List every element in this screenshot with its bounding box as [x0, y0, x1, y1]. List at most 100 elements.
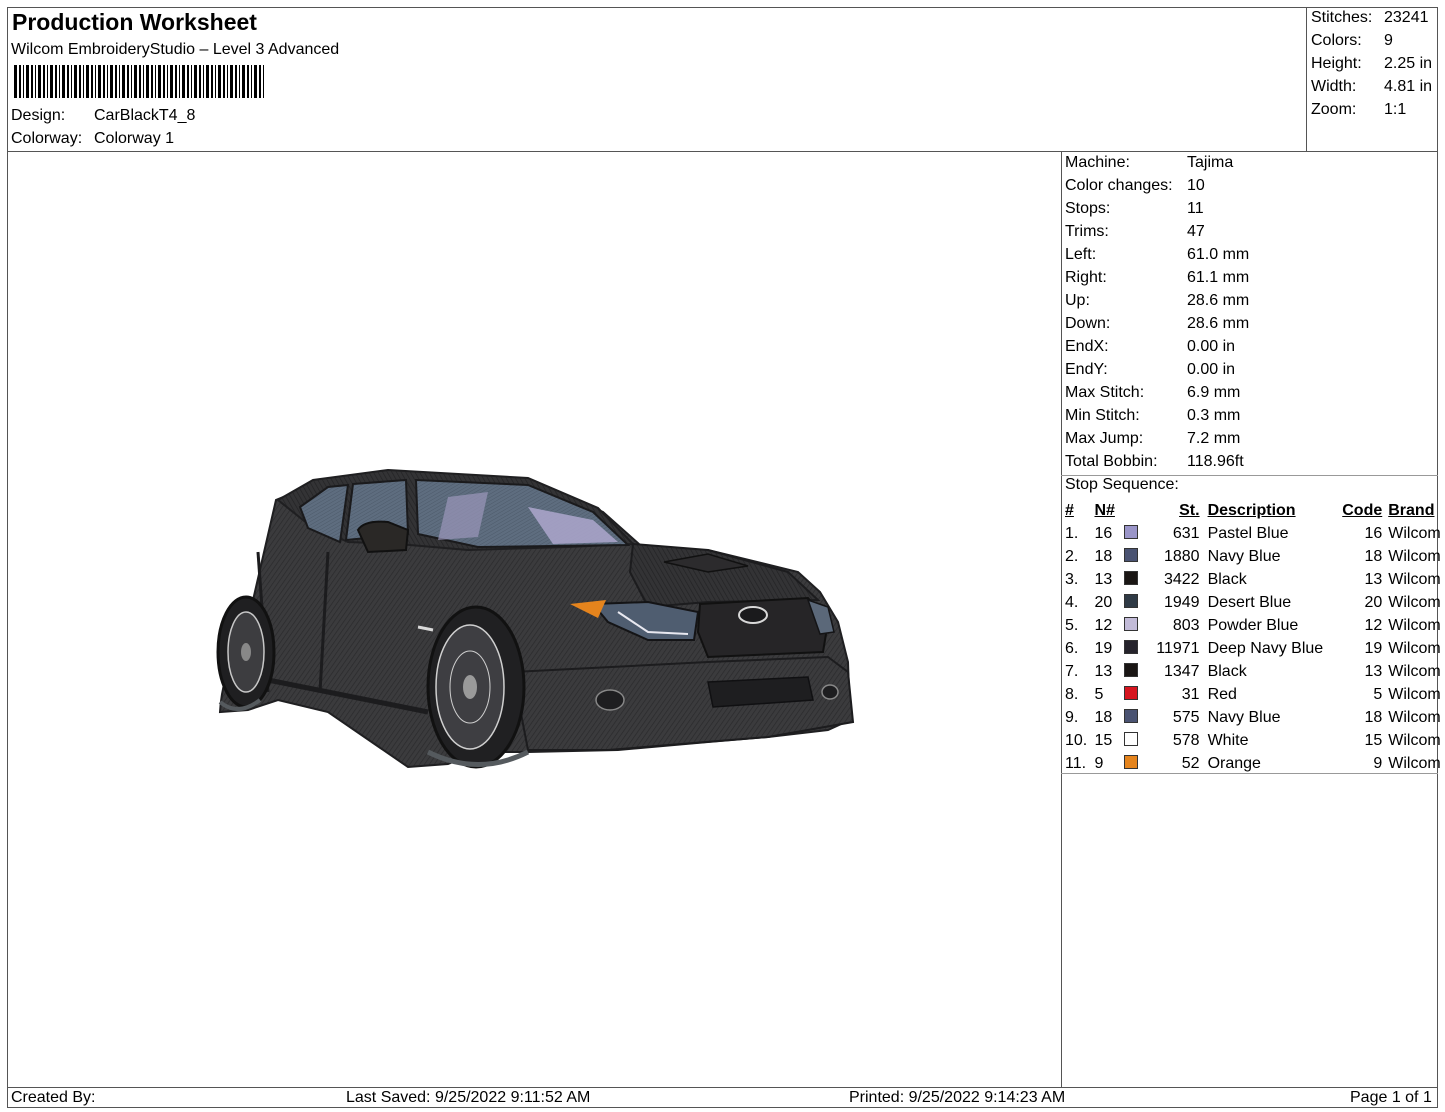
table-row: 5. 12 803 Powder Blue 12 Wilcom	[1063, 614, 1445, 637]
row-stitches: 631	[1172, 524, 1200, 542]
color-swatch	[1123, 640, 1138, 655]
row-stitches: 575	[1172, 708, 1200, 726]
row-index: 6.	[1065, 639, 1079, 657]
row-needle: 18	[1094, 547, 1113, 565]
col-header-index: #	[1065, 501, 1074, 519]
software-name: Wilcom EmbroideryStudio – Level 3 Advanc…	[11, 41, 340, 58]
row-brand: Wilcom	[1388, 731, 1441, 749]
row-brand: Wilcom	[1388, 708, 1441, 726]
row-brand: Wilcom	[1388, 593, 1441, 611]
row-stitches: 3422	[1163, 570, 1200, 588]
last-saved: Last Saved: 9/25/2022 9:11:52 AM	[346, 1089, 591, 1106]
color-swatch	[1123, 732, 1138, 747]
row-needle: 20	[1094, 593, 1113, 611]
color-swatch	[1123, 663, 1138, 678]
colorway-label: Colorway:	[11, 130, 83, 147]
info-panel-divider	[1061, 151, 1062, 1087]
table-row: 10. 15 578 White 15 Wilcom	[1063, 729, 1445, 752]
created-by: Created By:	[11, 1089, 96, 1106]
table-row: 7. 13 1347 Black 13 Wilcom	[1063, 660, 1445, 683]
row-brand: Wilcom	[1388, 639, 1441, 657]
table-row: 8. 5 31 Red 5 Wilcom	[1063, 683, 1445, 706]
section-divider	[1061, 773, 1438, 774]
row-description: Deep Navy Blue	[1207, 639, 1324, 657]
row-stitches: 1880	[1163, 547, 1200, 565]
row-code: 16	[1364, 524, 1383, 542]
color-swatch	[1123, 686, 1138, 701]
row-code: 20	[1364, 593, 1383, 611]
row-swatch	[1123, 683, 1147, 706]
row-needle: 16	[1094, 524, 1113, 542]
row-code: 9	[1373, 754, 1383, 772]
row-code: 13	[1364, 570, 1383, 588]
row-stitches: 52	[1181, 754, 1200, 772]
col-header-stitches: St.	[1179, 501, 1200, 519]
table-row: 4. 20 1949 Desert Blue 20 Wilcom	[1063, 591, 1445, 614]
color-swatch	[1123, 594, 1138, 609]
footer-divider	[7, 1087, 1438, 1088]
row-index: 7.	[1065, 662, 1079, 680]
row-needle: 18	[1094, 708, 1113, 726]
page-number: Page 1 of 1	[1350, 1089, 1432, 1106]
color-swatch	[1123, 525, 1138, 540]
table-header-row: # N# St. Description Code Brand	[1063, 499, 1445, 522]
row-needle: 9	[1094, 754, 1104, 772]
row-swatch	[1123, 568, 1147, 591]
row-description: Pastel Blue	[1207, 524, 1289, 542]
row-brand: Wilcom	[1388, 547, 1441, 565]
row-brand: Wilcom	[1388, 662, 1441, 680]
row-index: 11.	[1065, 754, 1087, 772]
col-header-brand: Brand	[1388, 501, 1435, 519]
row-swatch	[1123, 522, 1147, 545]
row-swatch	[1123, 706, 1147, 729]
row-code: 18	[1364, 708, 1383, 726]
table-row: 6. 19 11971 Deep Navy Blue 19 Wilcom	[1063, 637, 1445, 660]
row-index: 5.	[1065, 616, 1079, 634]
colorway-value: Colorway 1	[94, 130, 175, 147]
row-code: 15	[1364, 731, 1383, 749]
color-swatch	[1123, 709, 1138, 724]
table-row: 2. 18 1880 Navy Blue 18 Wilcom	[1063, 545, 1445, 568]
row-description: Powder Blue	[1207, 616, 1299, 634]
row-needle: 13	[1094, 570, 1113, 588]
row-code: 5	[1373, 685, 1383, 703]
row-needle: 12	[1094, 616, 1113, 634]
stop-sequence-label: Stop Sequence:	[1065, 476, 1179, 493]
row-brand: Wilcom	[1388, 685, 1441, 703]
row-needle: 19	[1094, 639, 1113, 657]
row-needle: 15	[1094, 731, 1113, 749]
row-description: Navy Blue	[1207, 708, 1281, 726]
table-row: 11. 9 52 Orange 9 Wilcom	[1063, 752, 1445, 775]
row-index: 9.	[1065, 708, 1079, 726]
row-brand: Wilcom	[1388, 524, 1441, 542]
summary-divider	[1306, 7, 1307, 151]
row-index: 8.	[1065, 685, 1079, 703]
row-needle: 13	[1094, 662, 1113, 680]
row-stitches: 11971	[1156, 639, 1200, 657]
row-swatch	[1123, 660, 1147, 683]
table-row: 9. 18 575 Navy Blue 18 Wilcom	[1063, 706, 1445, 729]
col-header-swatch	[1124, 499, 1147, 522]
design-name: CarBlackT4_8	[94, 107, 196, 124]
row-stitches: 1347	[1163, 662, 1200, 680]
row-index: 10.	[1065, 731, 1088, 749]
row-needle: 5	[1094, 685, 1104, 703]
row-description: Black	[1207, 570, 1247, 588]
row-stitches: 1949	[1163, 593, 1200, 611]
row-swatch	[1123, 752, 1147, 775]
row-code: 12	[1364, 616, 1383, 634]
row-index: 1.	[1065, 524, 1079, 542]
color-swatch	[1123, 571, 1138, 586]
row-code: 18	[1364, 547, 1383, 565]
row-description: Navy Blue	[1207, 547, 1281, 565]
row-swatch	[1123, 545, 1147, 568]
row-index: 3.	[1065, 570, 1079, 588]
table-row: 1. 16 631 Pastel Blue 16 Wilcom	[1063, 522, 1445, 545]
row-stitches: 31	[1181, 685, 1200, 703]
col-header-code: Code	[1342, 501, 1383, 519]
row-description: Black	[1207, 662, 1247, 680]
row-code: 19	[1364, 639, 1383, 657]
stop-sequence-table: # N# St. Description Code Brand 1. 16 631 P…	[1063, 499, 1445, 775]
col-header-description: Description	[1207, 501, 1296, 519]
row-stitches: 578	[1172, 731, 1200, 749]
